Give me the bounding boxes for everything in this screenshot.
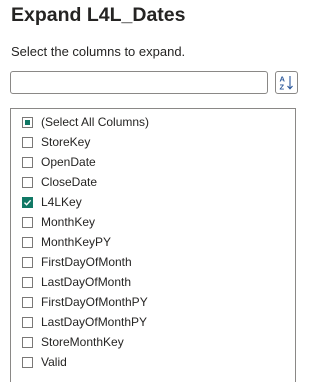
column-label: MonthKey <box>41 215 96 229</box>
column-list: (Select All Columns) StoreKey OpenDate Clos… <box>22 112 149 372</box>
column-item[interactable]: Valid <box>22 352 149 372</box>
column-item[interactable]: MonthKey <box>22 212 149 232</box>
column-checkbox[interactable] <box>22 156 33 168</box>
dialog-subtitle: Select the columns to expand. <box>11 44 186 59</box>
column-checkbox[interactable] <box>22 296 33 308</box>
sort-letter-z: Z <box>280 83 285 92</box>
column-checkbox[interactable] <box>22 136 33 148</box>
column-label: StoreMonthKey <box>41 335 124 349</box>
column-label: Valid <box>41 355 67 369</box>
column-checkbox[interactable] <box>22 256 33 268</box>
column-label: CloseDate <box>41 175 98 189</box>
column-checkbox[interactable] <box>22 176 33 188</box>
column-checkbox[interactable] <box>22 276 33 288</box>
column-label: LastDayOfMonth <box>41 275 132 289</box>
select-all-checkbox[interactable] <box>22 116 33 128</box>
column-label: L4LKey <box>41 195 82 209</box>
checkmark-icon <box>24 199 32 206</box>
column-label: StoreKey <box>41 135 91 149</box>
column-item[interactable]: StoreKey <box>22 132 149 152</box>
column-checkbox[interactable] <box>22 316 33 328</box>
column-item[interactable]: FirstDayOfMonthPY <box>22 292 149 312</box>
column-label: MonthKeyPY <box>41 235 112 249</box>
column-label: LastDayOfMonthPY <box>41 315 148 329</box>
column-label: FirstDayOfMonth <box>41 255 132 269</box>
column-label: (Select All Columns) <box>41 115 150 129</box>
column-label: FirstDayOfMonthPY <box>41 295 148 309</box>
sort-columns-button[interactable]: A Z <box>275 71 298 94</box>
column-item[interactable]: LastDayOfMonthPY <box>22 312 149 332</box>
column-checkbox[interactable] <box>22 356 33 368</box>
column-search-input[interactable] <box>10 71 268 94</box>
dialog-title: Expand L4L_Dates <box>11 4 186 26</box>
column-item[interactable]: OpenDate <box>22 152 149 172</box>
column-checkbox[interactable] <box>22 336 33 348</box>
column-label: OpenDate <box>41 155 96 169</box>
column-item[interactable]: MonthKeyPY <box>22 232 149 252</box>
column-item[interactable]: CloseDate <box>22 172 149 192</box>
column-checkbox[interactable] <box>22 236 33 248</box>
column-item[interactable]: LastDayOfMonth <box>22 272 149 292</box>
column-item[interactable]: FirstDayOfMonth <box>22 252 149 272</box>
column-item[interactable]: L4LKey <box>22 192 149 212</box>
column-item[interactable]: StoreMonthKey <box>22 332 149 352</box>
select-all-item[interactable]: (Select All Columns) <box>22 112 149 132</box>
column-checkbox[interactable] <box>22 216 33 228</box>
column-list-box[interactable]: (Select All Columns) StoreKey OpenDate Clos… <box>10 108 296 382</box>
column-checkbox[interactable] <box>22 196 33 208</box>
